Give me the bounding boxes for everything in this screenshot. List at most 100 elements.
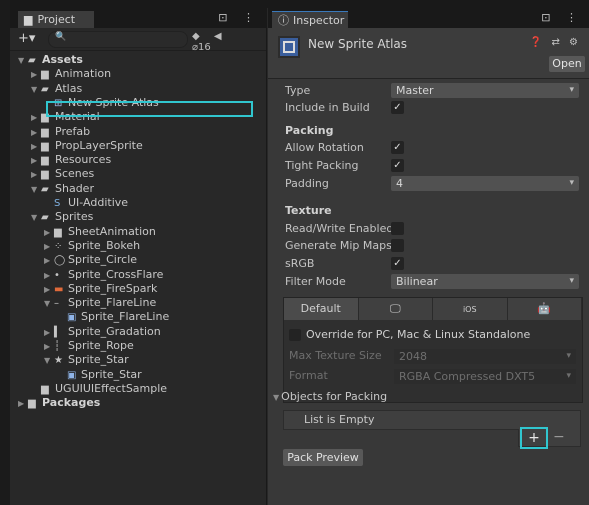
tree-item-label: Sprite_Star [81, 367, 142, 381]
tree-item-label: Sprite_CrossFlare [68, 267, 164, 281]
tree-item[interactable]: ▶ ▆ PropLayerSprite [31, 139, 143, 153]
tree-item[interactable]: ▶ ▆ Prefab [31, 125, 90, 139]
include-in-build-checkbox[interactable]: ✓ [391, 101, 404, 114]
tree-item[interactable]: ▣ Sprite_Star [57, 368, 142, 382]
folder-icon: ▆ [41, 140, 49, 152]
format-label: Format [289, 369, 328, 382]
tree-item[interactable]: ▶ • Sprite_CrossFlare [44, 268, 163, 282]
tree-item[interactable]: ▼ ▰ Atlas [31, 82, 82, 96]
collapsed-arrow-icon[interactable]: ▶ [44, 254, 54, 268]
texture-section-title: Texture [285, 204, 332, 217]
collapsed-arrow-icon[interactable]: ▶ [31, 168, 41, 182]
info-icon: ⓘ [278, 14, 289, 27]
tab-project[interactable]: ▆ Project [18, 11, 94, 28]
tree-item[interactable]: ▶ ▆ Resources [31, 153, 111, 167]
tree-item[interactable]: ▶ ▍ Sprite_Gradation [44, 325, 161, 339]
remove-object-button[interactable]: − [553, 429, 565, 445]
folder-icon: ▆ [41, 383, 49, 395]
sprite-asset-icon: ▣ [67, 312, 77, 324]
tab-ios[interactable]: iOS [433, 298, 508, 320]
override-toggle[interactable]: Override for PC, Mac & Linux Standalone [289, 328, 530, 341]
tree-item[interactable]: ▶ ▆ Packages [18, 396, 100, 410]
collapsed-arrow-icon[interactable]: ▶ [18, 397, 28, 411]
objects-for-packing-foldout[interactable]: ▼ Objects for Packing [273, 390, 387, 403]
tab-default[interactable]: Default [284, 298, 359, 320]
sprite-star-icon: ★ [54, 355, 63, 367]
override-checkbox[interactable] [289, 329, 301, 341]
collapsed-arrow-icon[interactable]: ▶ [31, 68, 41, 82]
tab-android[interactable]: 🤖 [507, 298, 582, 320]
max-texture-size-dropdown[interactable]: 2048 [394, 349, 576, 364]
folder-icon: ▆ [41, 155, 49, 167]
left-edge-strip [0, 0, 10, 505]
filter-mode-dropdown[interactable]: Bilinear [391, 274, 579, 289]
expanded-arrow-icon[interactable]: ▼ [44, 354, 54, 368]
header-icons[interactable]: ❓ ⇄ ⚙ [530, 37, 581, 48]
folder-icon: ▆ [41, 69, 49, 81]
collapsed-arrow-icon[interactable]: ▶ [31, 126, 41, 140]
tree-item[interactable]: ▶ ◯ Sprite_Circle [44, 253, 137, 267]
collapsed-arrow-icon[interactable]: ▶ [44, 326, 54, 340]
hidden-packages-icon[interactable]: ⌀16 [192, 42, 222, 53]
expanded-arrow-icon[interactable]: ▼ [31, 83, 41, 97]
tight-packing-checkbox[interactable]: ✓ [391, 159, 404, 172]
tree-item[interactable]: ▶ ▆ SheetAnimation [44, 225, 156, 239]
include-in-build-label: Include in Build [285, 101, 370, 114]
search-by-label-icon[interactable]: ◀ [214, 31, 222, 42]
mip-maps-checkbox[interactable] [391, 239, 404, 252]
asset-title: New Sprite Atlas [308, 37, 408, 51]
type-dropdown[interactable]: Master [391, 83, 579, 98]
tree-item[interactable]: S UI-Additive [44, 196, 128, 210]
tight-packing-label: Tight Packing [285, 159, 359, 172]
folder-icon: ▆ [54, 226, 62, 238]
tree-item-label: Resources [55, 153, 112, 167]
inspector-tab-tools[interactable]: ⊡ ⋮ [541, 11, 583, 24]
read-write-checkbox[interactable] [391, 222, 404, 235]
allow-rotation-checkbox[interactable]: ✓ [391, 141, 404, 154]
tab-standalone[interactable]: 🖵 [358, 298, 433, 320]
create-button[interactable]: +▾ [18, 31, 35, 46]
expanded-arrow-icon[interactable]: ▼ [31, 183, 41, 197]
srgb-checkbox[interactable]: ✓ [391, 257, 404, 270]
collapsed-arrow-icon[interactable]: ▶ [44, 240, 54, 254]
sprite-firespark-icon: ▬ [54, 283, 64, 295]
tree-item[interactable]: ▼ ★ Sprite_Star [44, 353, 129, 367]
monitor-icon: 🖵 [389, 302, 401, 315]
selection-highlight [46, 101, 253, 117]
tree-item[interactable]: ▶ ┆ Sprite_Rope [44, 339, 134, 353]
tab-inspector[interactable]: ⓘ Inspector [272, 11, 348, 28]
padding-dropdown[interactable]: 4 [391, 176, 579, 191]
tree-item[interactable]: ▼ ▰ Shader [31, 182, 94, 196]
format-dropdown[interactable]: RGBA Compressed DXT5 [394, 369, 576, 384]
sprite-rope-icon: ┆ [54, 341, 61, 352]
open-button[interactable]: Open [549, 56, 585, 72]
collapsed-arrow-icon[interactable]: ▶ [31, 111, 41, 125]
search-by-type-icon[interactable]: ◆ [192, 31, 200, 42]
collapsed-arrow-icon[interactable]: ▶ [44, 226, 54, 240]
tree-item-label: Sprites [55, 210, 94, 224]
collapsed-arrow-icon[interactable]: ▶ [44, 340, 54, 354]
tree-item[interactable]: ▶ ⁘ Sprite_Bokeh [44, 239, 140, 253]
tree-item[interactable]: ▼ – Sprite_FlareLine [44, 296, 156, 310]
tree-item[interactable]: ▶ ▆ Animation [31, 67, 111, 81]
add-object-button[interactable]: + [520, 427, 548, 449]
project-panel: ▆ Project ⊡ ⋮ +▾ 🔍 ◆ ◀ ⌀16 ▼ ▰ Assets ▶ ▆ Ani… [10, 8, 267, 505]
collapsed-arrow-icon[interactable]: ▶ [44, 269, 54, 283]
folder-open-icon: ▰ [41, 212, 49, 224]
tree-item[interactable]: ▣ Sprite_FlareLine [57, 310, 169, 324]
collapsed-arrow-icon[interactable]: ▶ [31, 154, 41, 168]
collapsed-arrow-icon[interactable]: ▶ [44, 283, 54, 297]
project-tab-tools[interactable]: ⊡ ⋮ [218, 11, 260, 24]
tree-item[interactable]: ▼ ▰ Assets [18, 53, 83, 67]
collapsed-arrow-icon[interactable]: ▶ [31, 140, 41, 154]
expanded-arrow-icon[interactable]: ▼ [18, 54, 28, 68]
search-input[interactable]: 🔍 [48, 31, 188, 48]
tree-item[interactable]: ▶ ▬ Sprite_FireSpark [44, 282, 157, 296]
tree-item[interactable]: ▶ ▆ Scenes [31, 167, 94, 181]
expanded-arrow-icon[interactable]: ▼ [44, 297, 54, 311]
type-label: Type [285, 84, 311, 97]
tree-item[interactable]: ▆ UGUIUIEffectSample [31, 382, 167, 396]
pack-preview-button[interactable]: Pack Preview [283, 449, 363, 466]
expanded-arrow-icon[interactable]: ▼ [31, 211, 41, 225]
tree-item[interactable]: ▼ ▰ Sprites [31, 210, 93, 224]
